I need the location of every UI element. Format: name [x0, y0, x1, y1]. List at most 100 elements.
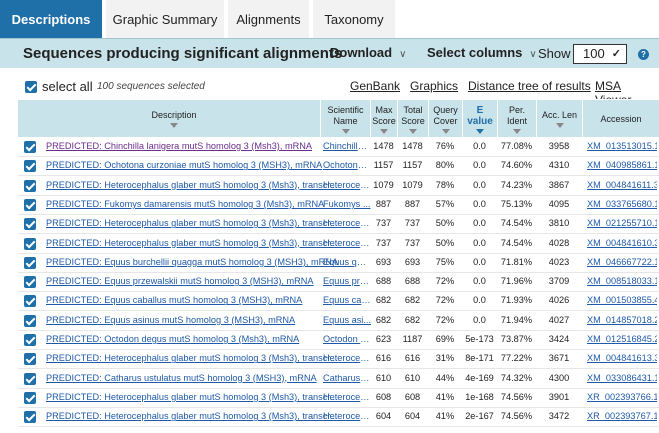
scientific-name-link[interactable]: Ochotona ...: [323, 160, 371, 170]
scientific-name-link[interactable]: Fukomys ...: [323, 199, 371, 209]
description-link[interactable]: PREDICTED: Equus burchellii quagga mutS …: [46, 257, 346, 267]
description-link[interactable]: PREDICTED: Heterocephalus glaber mutS ho…: [46, 411, 346, 421]
row-checkbox[interactable]: [24, 353, 36, 366]
e-value: 0.0: [473, 276, 486, 287]
query-cover: 69%: [435, 334, 455, 344]
query-cover: 41%: [435, 391, 455, 402]
max-score: 688: [375, 276, 392, 287]
row-checkbox[interactable]: [24, 372, 36, 385]
scientific-name-link[interactable]: Catharus u...: [323, 373, 371, 383]
accession-link[interactable]: XM_004841610.3: [587, 238, 657, 248]
select-all-label[interactable]: select all: [42, 79, 93, 94]
select-all-checkbox[interactable]: [25, 81, 37, 93]
description-link[interactable]: PREDICTED: Heterocephalus glaber mutS ho…: [46, 180, 346, 190]
table-row: PREDICTED: Ochotona curzoniae mutS homol…: [18, 157, 659, 177]
scientific-name-link[interactable]: Heterocep...: [323, 218, 371, 228]
description-link[interactable]: PREDICTED: Fukomys damarensis mutS homol…: [46, 199, 346, 209]
description-link[interactable]: PREDICTED: Equus asinus mutS homolog 3 (…: [46, 315, 346, 325]
scientific-name-link[interactable]: Octodon d...: [323, 334, 371, 344]
accession-link[interactable]: XM_008518033.1: [587, 276, 657, 286]
description-link[interactable]: PREDICTED: Heterocephalus glaber mutS ho…: [46, 392, 346, 402]
scientific-name-link[interactable]: Chinchilla l...: [323, 141, 371, 151]
col-description[interactable]: Description: [28, 100, 320, 138]
col-accession[interactable]: Accession: [582, 100, 659, 138]
table-row: PREDICTED: Equus przewalskii mutS homolo…: [18, 273, 659, 293]
description-link[interactable]: PREDICTED: Chinchilla lanigera mutS homo…: [46, 141, 346, 151]
total-score: 1079: [402, 179, 423, 190]
scientific-name-link[interactable]: Equus cab...: [323, 295, 371, 305]
accession-link[interactable]: XR_002393767.1: [587, 411, 657, 421]
scientific-name-link[interactable]: Heterocep...: [323, 238, 371, 248]
row-checkbox[interactable]: [24, 411, 36, 424]
accession-link[interactable]: XM_046667722.1: [587, 257, 657, 267]
description-link[interactable]: PREDICTED: Catharus ustulatus mutS homol…: [46, 373, 346, 383]
scientific-name-link[interactable]: Equus asi...: [323, 315, 371, 325]
help-icon[interactable]: ?: [638, 49, 649, 60]
graphics-link[interactable]: Graphics: [410, 79, 458, 93]
tab-graphic-summary[interactable]: Graphic Summary: [106, 0, 224, 38]
row-checkbox[interactable]: [24, 334, 36, 346]
accession-link[interactable]: XM_013513015.1: [587, 141, 657, 151]
tab-taxonomy[interactable]: Taxonomy: [313, 0, 395, 38]
row-checkbox[interactable]: [24, 160, 36, 173]
sort-arrow-icon: [476, 128, 484, 134]
row-checkbox[interactable]: [24, 198, 36, 211]
col-per-ident[interactable]: Per. Ident: [497, 100, 536, 138]
show-count-select[interactable]: 100 ✓: [573, 44, 627, 64]
download-menu[interactable]: Download ∨: [330, 45, 406, 60]
col-query-cover[interactable]: Query Cover: [428, 100, 462, 138]
accession-link[interactable]: XM_033086431.1: [587, 373, 657, 383]
row-checkbox[interactable]: [24, 391, 36, 404]
description-link[interactable]: PREDICTED: Heterocephalus glaber mutS ho…: [46, 353, 346, 363]
select-columns-menu[interactable]: Select columns ∨: [427, 45, 537, 60]
col-max-score[interactable]: Max Score: [370, 100, 397, 138]
row-checkbox[interactable]: [24, 179, 36, 192]
scientific-name-link[interactable]: Heterocep...: [323, 180, 371, 190]
col-total-score[interactable]: Total Score: [397, 100, 428, 138]
scientific-name-link[interactable]: Heterocep...: [323, 411, 371, 421]
row-checkbox[interactable]: [24, 237, 36, 250]
accession-link[interactable]: XM_021255710.1: [587, 218, 657, 228]
row-checkbox[interactable]: [24, 295, 36, 308]
col-scientific-name[interactable]: Scientific Name: [320, 100, 370, 138]
accession-link[interactable]: XM_033765680.1: [587, 199, 657, 209]
e-value: 4e-169: [465, 372, 494, 383]
description-link[interactable]: PREDICTED: Octodon degus mutS homolog 3 …: [46, 334, 346, 344]
col-acc-len[interactable]: Acc. Len: [536, 100, 582, 138]
accession-link[interactable]: XM_014857018.2: [587, 315, 657, 325]
col-e-value[interactable]: Evalue: [462, 100, 497, 138]
scientific-name-link[interactable]: Heterocep...: [323, 392, 371, 402]
row-checkbox[interactable]: [24, 276, 36, 289]
description-link[interactable]: PREDICTED: Equus przewalskii mutS homolo…: [46, 276, 346, 286]
tab-descriptions[interactable]: Descriptions: [0, 0, 102, 38]
accession-link[interactable]: XM_004841613.3: [587, 353, 657, 363]
scientific-name-link[interactable]: Equus qua...: [323, 257, 371, 267]
accession-link[interactable]: XM_004841611.3: [587, 180, 657, 190]
row-checkbox[interactable]: [24, 256, 36, 269]
query-cover: 72%: [435, 295, 455, 306]
per-ident: 77.22%: [500, 353, 533, 364]
accession-link[interactable]: XM_012516845.2: [587, 334, 657, 344]
accession-link[interactable]: XM_040985861.1: [587, 160, 657, 170]
total-score: 1187: [402, 334, 423, 344]
max-score: 682: [375, 295, 392, 306]
col-label: Query: [433, 104, 458, 115]
scientific-name-link[interactable]: Equus prz...: [323, 276, 371, 286]
row-checkbox[interactable]: [24, 141, 36, 153]
description-link[interactable]: PREDICTED: Heterocephalus glaber mutS ho…: [46, 238, 346, 248]
tab-alignments[interactable]: Alignments: [228, 0, 309, 38]
row-checkbox[interactable]: [24, 314, 36, 327]
total-score: 682: [404, 295, 421, 306]
scientific-name-link[interactable]: Heterocep...: [323, 353, 371, 363]
description-link[interactable]: PREDICTED: Heterocephalus glaber mutS ho…: [46, 218, 346, 228]
table-row: PREDICTED: Heterocephalus glaber mutS ho…: [18, 389, 659, 408]
accession-link[interactable]: XR_002393766.1: [587, 392, 657, 402]
col-label: value: [467, 115, 493, 127]
genbank-link[interactable]: GenBank: [350, 79, 400, 93]
row-checkbox[interactable]: [24, 218, 36, 231]
description-link[interactable]: PREDICTED: Ochotona curzoniae mutS homol…: [46, 160, 346, 170]
description-link[interactable]: PREDICTED: Equus caballus mutS homolog 3…: [46, 295, 346, 305]
distance-tree-link[interactable]: Distance tree of results: [468, 79, 591, 93]
e-value: 0.0: [473, 198, 486, 209]
accession-link[interactable]: XM_001503855.4: [587, 295, 657, 305]
